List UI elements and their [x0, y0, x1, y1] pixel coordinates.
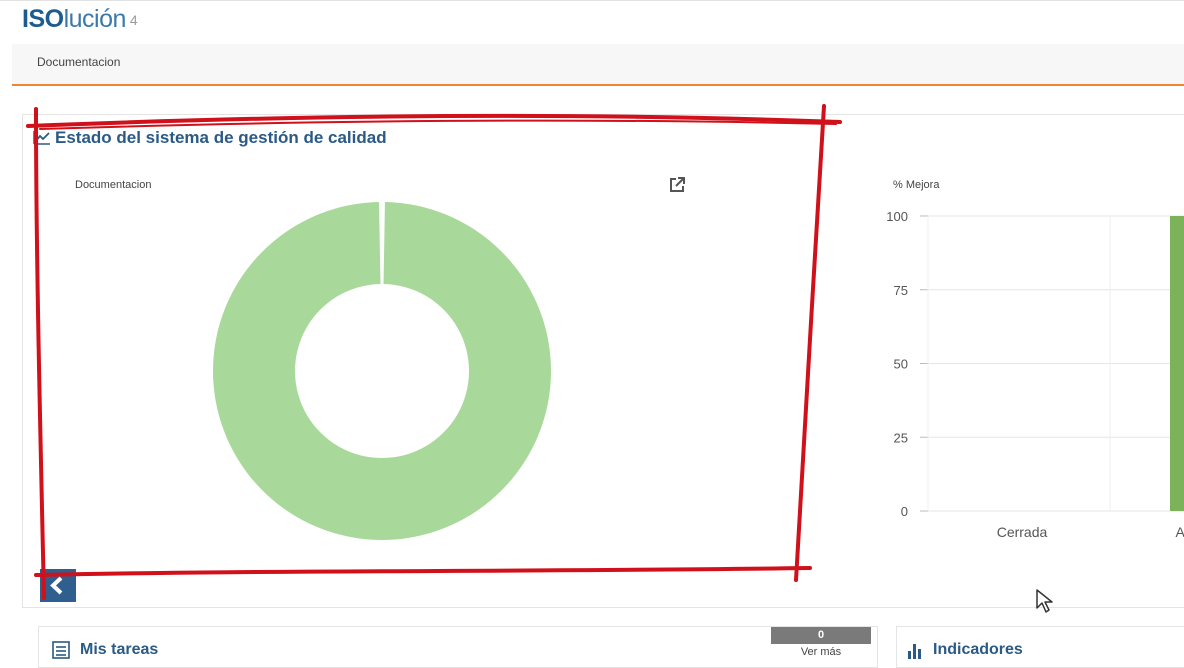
mejora-bar-chart: 0 25 50 75 100 Cerrada Ab — [886, 209, 1184, 540]
ver-mas-link[interactable]: Ver más — [771, 646, 871, 658]
y-tick-label: 75 — [894, 283, 908, 298]
documentation-donut-chart — [213, 202, 551, 540]
donut-slice[interactable] — [213, 202, 551, 540]
tasks-panel-title: Mis tareas — [80, 641, 159, 658]
bar-chart-icon — [908, 644, 921, 659]
app-logo[interactable]: ISOlución 4 — [22, 5, 138, 34]
line-chart-icon — [33, 131, 50, 145]
external-link-icon[interactable] — [668, 176, 686, 194]
y-tick-label: 50 — [894, 357, 908, 372]
y-tick-label: 25 — [894, 430, 908, 445]
y-tick-label: 100 — [886, 209, 908, 224]
x-tick-label: Cerrada — [997, 524, 1048, 540]
quality-panel-title: Estado del sistema de gestión de calidad — [55, 128, 387, 147]
bar[interactable] — [1170, 216, 1184, 511]
app-header: ISOlución 4 — [0, 0, 1184, 41]
logo-lucion: lución — [63, 5, 127, 33]
indicators-panel-title: Indicadores — [933, 641, 1023, 658]
tasks-count-badge: 0 — [771, 627, 871, 644]
collapse-button[interactable] — [40, 569, 76, 602]
menu-item-documentacion[interactable]: Documentacion — [37, 55, 120, 69]
y-tick-label: 0 — [901, 504, 908, 519]
donut-chart-title: Documentacion — [75, 179, 152, 191]
list-icon — [52, 641, 70, 659]
logo-iso: ISO — [22, 5, 64, 33]
main-menu: Documentacion — [12, 44, 1184, 86]
x-tick-label: Ab — [1175, 524, 1184, 540]
mouse-pointer-icon — [1036, 589, 1053, 613]
tasks-panel — [38, 626, 878, 668]
chevron-left-icon — [50, 576, 63, 595]
bar-chart-ylabel: % Mejora — [893, 179, 940, 191]
logo-version: 4 — [129, 12, 138, 28]
